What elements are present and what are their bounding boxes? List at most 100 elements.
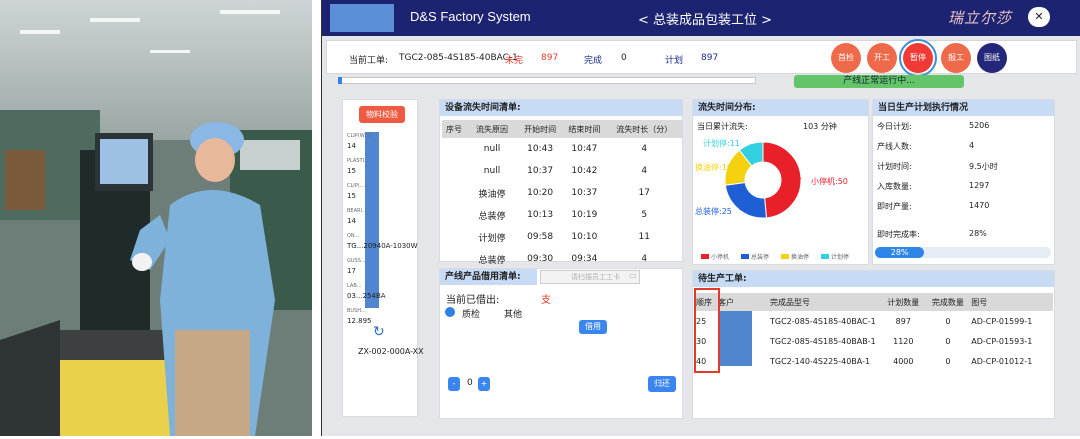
downtime-header-row: 序号 流失原因 开始时间 结束时间 流失时长（分）	[442, 120, 682, 138]
borrow-button[interactable]: 借用	[579, 320, 607, 334]
plan-value: 9.5小时	[969, 161, 998, 172]
pending-header-row: 顺序 客户 完成品型号 计划数量 完成数量 图号	[695, 293, 1053, 311]
order-progress-fill	[338, 77, 342, 84]
downtime-row[interactable]: 计划停09:5810:1011	[442, 226, 682, 248]
refresh-icon[interactable]: ↻	[373, 324, 385, 340]
material-entry-value: 14	[347, 142, 356, 150]
material-entry-label: CLIP(...)	[347, 183, 366, 189]
sequence-highlight-box	[694, 288, 720, 373]
plan-value: 897	[701, 53, 718, 63]
pending-cell: TGC2-085-4S185-40BAB-1	[769, 331, 881, 351]
downtime-cell	[442, 248, 466, 270]
done-label: 完成	[584, 53, 602, 66]
material-entry-value: 12.895	[347, 317, 372, 325]
material-entry-label: PLASTI...	[347, 158, 369, 164]
pause-button[interactable]: 暂停	[903, 43, 933, 73]
close-icon[interactable]: ✕	[1028, 7, 1050, 27]
borrow-count: 0	[467, 378, 473, 388]
downtime-cell: 换油停	[466, 182, 518, 204]
plan-label: 即时完成率:	[877, 229, 920, 240]
downtime-cell: 10:19	[562, 204, 606, 226]
downtime-cell: 10:43	[518, 138, 562, 160]
material-panel: 物料校验 CLIP(W...)14PLASTI...15CLIP(...)15B…	[342, 99, 418, 417]
downtime-cell: 5	[607, 204, 683, 226]
pending-cell: TGC2-140-4S225-40BA-1	[769, 351, 881, 371]
plan-exec-panel: 当日生产计划执行情况 今日计划:5206产线人数:4计划时间:9.5小时入库数量…	[872, 99, 1055, 265]
pending-cell: 897	[881, 311, 926, 331]
downtime-row[interactable]: 换油停10:2010:3717	[442, 182, 682, 204]
start-work-button[interactable]: 开工	[867, 43, 897, 73]
col-header: 序号	[442, 120, 466, 138]
downtime-cell	[442, 204, 466, 226]
col-header: 完成品型号	[769, 293, 881, 311]
current-order-label: 当前工单:	[349, 53, 388, 66]
line-status-banner: 产线正常运行中...	[794, 75, 964, 88]
downtime-cell	[442, 160, 466, 182]
pending-cell: 0	[926, 331, 971, 351]
downtime-row[interactable]: 总装停10:1310:195	[442, 204, 682, 226]
downtime-row[interactable]: null10:3710:424	[442, 160, 682, 182]
downtime-cell: 10:13	[518, 204, 562, 226]
pie-label-3: 计划停:11	[703, 138, 740, 148]
downtime-cell: 总装停	[466, 204, 518, 226]
col-header: 流失原因	[466, 120, 518, 138]
pending-cell: AD-CP-01012-1	[970, 351, 1053, 371]
material-entry-label: LAB...	[347, 283, 362, 289]
downtime-cell: 4	[607, 248, 683, 270]
order-progress-track	[338, 77, 756, 84]
drawing-button[interactable]: 图纸	[977, 43, 1007, 73]
report-work-button[interactable]: 报工	[941, 43, 971, 73]
option-other-label: 其他	[504, 307, 522, 320]
downtime-row[interactable]: 总装停09:3009:344	[442, 248, 682, 270]
pending-cell: 0	[926, 311, 971, 331]
material-entry-value: 17	[347, 267, 356, 275]
scan-placeholder: 请扫描员工工卡	[571, 272, 620, 282]
legend-swatch	[781, 254, 789, 259]
first-inspection-button[interactable]: 首检	[831, 43, 861, 73]
pie-label-2: 换油停:17	[695, 162, 732, 172]
pie-label-1: 总装停:25	[695, 206, 732, 216]
device-id: ZX-002-000A-XX	[358, 347, 424, 356]
plan-value: 28%	[969, 229, 987, 238]
downtime-cell: 09:34	[562, 248, 606, 270]
cumulative-loss-label: 当日累计流失:	[697, 121, 748, 132]
pending-title: 待生产工单:	[693, 271, 1054, 287]
downtime-cell: 10:37	[518, 160, 562, 182]
col-header: 计划数量	[881, 293, 926, 311]
minus-button[interactable]: -	[448, 377, 460, 391]
plan-value: 1470	[969, 201, 989, 210]
downtime-table: 序号 流失原因 开始时间 结束时间 流失时长（分） null10:4310:47…	[442, 120, 682, 270]
downtime-cell: 4	[607, 138, 683, 160]
station-title: < 总装成品包装工位 >	[638, 9, 772, 28]
downtime-cell: null	[466, 138, 518, 160]
brand-logo-text: 瑞立尔莎	[948, 7, 1012, 28]
employee-scan-field[interactable]: 请扫描员工工卡 ▭	[540, 270, 640, 284]
material-entry-label: CLIP(W...)	[347, 133, 371, 139]
downtime-cell: null	[466, 160, 518, 182]
return-button[interactable]: 归还	[648, 376, 676, 392]
material-entry-label: BEARI...	[347, 208, 367, 214]
material-entry-value: 03...254BA	[347, 292, 386, 300]
downtime-title: 设备流失时间清单:	[440, 100, 682, 116]
redacted-customer-block	[718, 311, 752, 366]
downtime-cell: 17	[607, 182, 683, 204]
pending-cell: AD-CP-01599-1	[970, 311, 1053, 331]
pending-cell: 4000	[881, 351, 926, 371]
plan-label: 即时产量:	[877, 201, 912, 212]
plus-button[interactable]: +	[478, 377, 490, 391]
material-entry-value: 14	[347, 217, 356, 225]
material-check-button[interactable]: 物料校验	[359, 106, 405, 123]
downtime-cell: 11	[607, 226, 683, 248]
downtime-cell: 09:30	[518, 248, 562, 270]
material-entry-value: 15	[347, 167, 356, 175]
downtime-cell: 4	[607, 160, 683, 182]
downtime-row[interactable]: null10:4310:474	[442, 138, 682, 160]
check-radio[interactable]	[445, 307, 455, 317]
pending-cell: TGC2-085-4S185-40BAC-1	[769, 311, 881, 331]
plan-label: 产线人数:	[877, 141, 912, 152]
unfinished-value: 897	[541, 53, 558, 63]
downtime-cell: 10:47	[562, 138, 606, 160]
cumulative-loss-value: 103 分钟	[803, 121, 837, 132]
borrow-panel: 产线产品借用清单: 请扫描员工工卡 ▭ 当前已借出: 支 质检 其他 借用 - …	[439, 268, 683, 419]
factory-photo	[0, 0, 312, 436]
